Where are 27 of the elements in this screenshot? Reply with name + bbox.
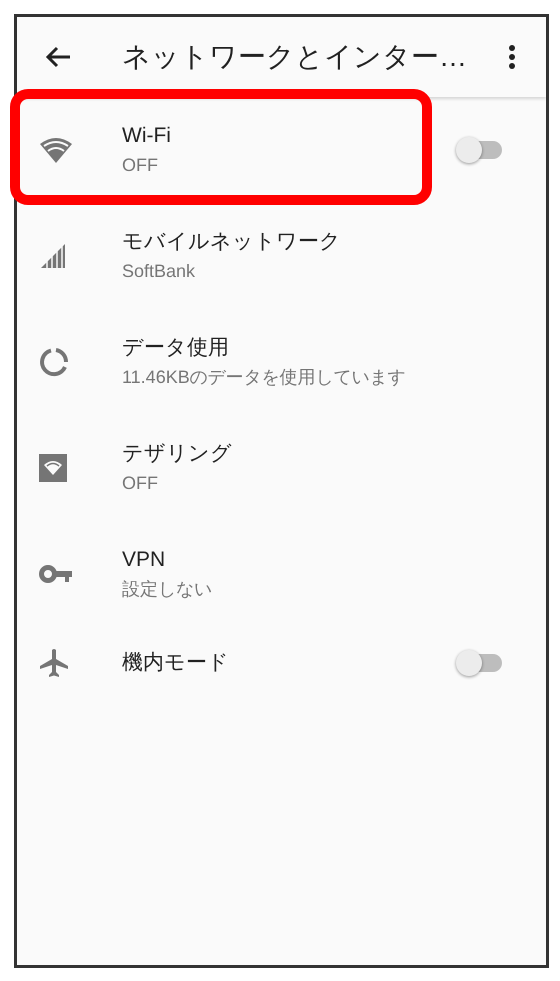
- item-summary: OFF: [122, 154, 159, 177]
- wifi-icon: [39, 136, 73, 164]
- settings-item[interactable]: モバイルネットワーク SoftBank: [17, 203, 546, 309]
- item-summary: OFF: [122, 472, 159, 495]
- item-summary: 11.46KBのデータを使用しています: [122, 366, 406, 389]
- screen-title: ネットワークとインター…: [122, 40, 467, 74]
- item-title: 機内モード: [122, 650, 229, 676]
- key-icon: [39, 564, 73, 584]
- settings-item[interactable]: データ使用 11.46KBのデータを使用しています: [17, 309, 546, 415]
- airplane-icon: [39, 648, 69, 678]
- toggle-switch[interactable]: [456, 650, 504, 676]
- settings-item[interactable]: テザリング OFF: [17, 415, 546, 521]
- item-title: モバイルネットワーク: [122, 229, 341, 255]
- item-title: テザリング: [122, 441, 232, 467]
- signal-icon: [39, 243, 67, 269]
- toggle-switch[interactable]: [456, 137, 504, 163]
- settings-item[interactable]: 機内モード: [17, 627, 546, 699]
- item-title: Wi-Fi: [122, 123, 171, 149]
- settings-item[interactable]: Wi-Fi OFF: [17, 97, 546, 203]
- data-usage-icon: [39, 347, 69, 377]
- item-title: データ使用: [122, 335, 230, 361]
- item-summary: 設定しない: [122, 578, 212, 601]
- back-arrow-icon: [45, 46, 71, 68]
- item-summary: SoftBank: [122, 260, 196, 283]
- item-title: VPN: [122, 547, 166, 573]
- hotspot-icon: [39, 454, 67, 482]
- settings-item[interactable]: VPN 設定しない: [17, 521, 546, 627]
